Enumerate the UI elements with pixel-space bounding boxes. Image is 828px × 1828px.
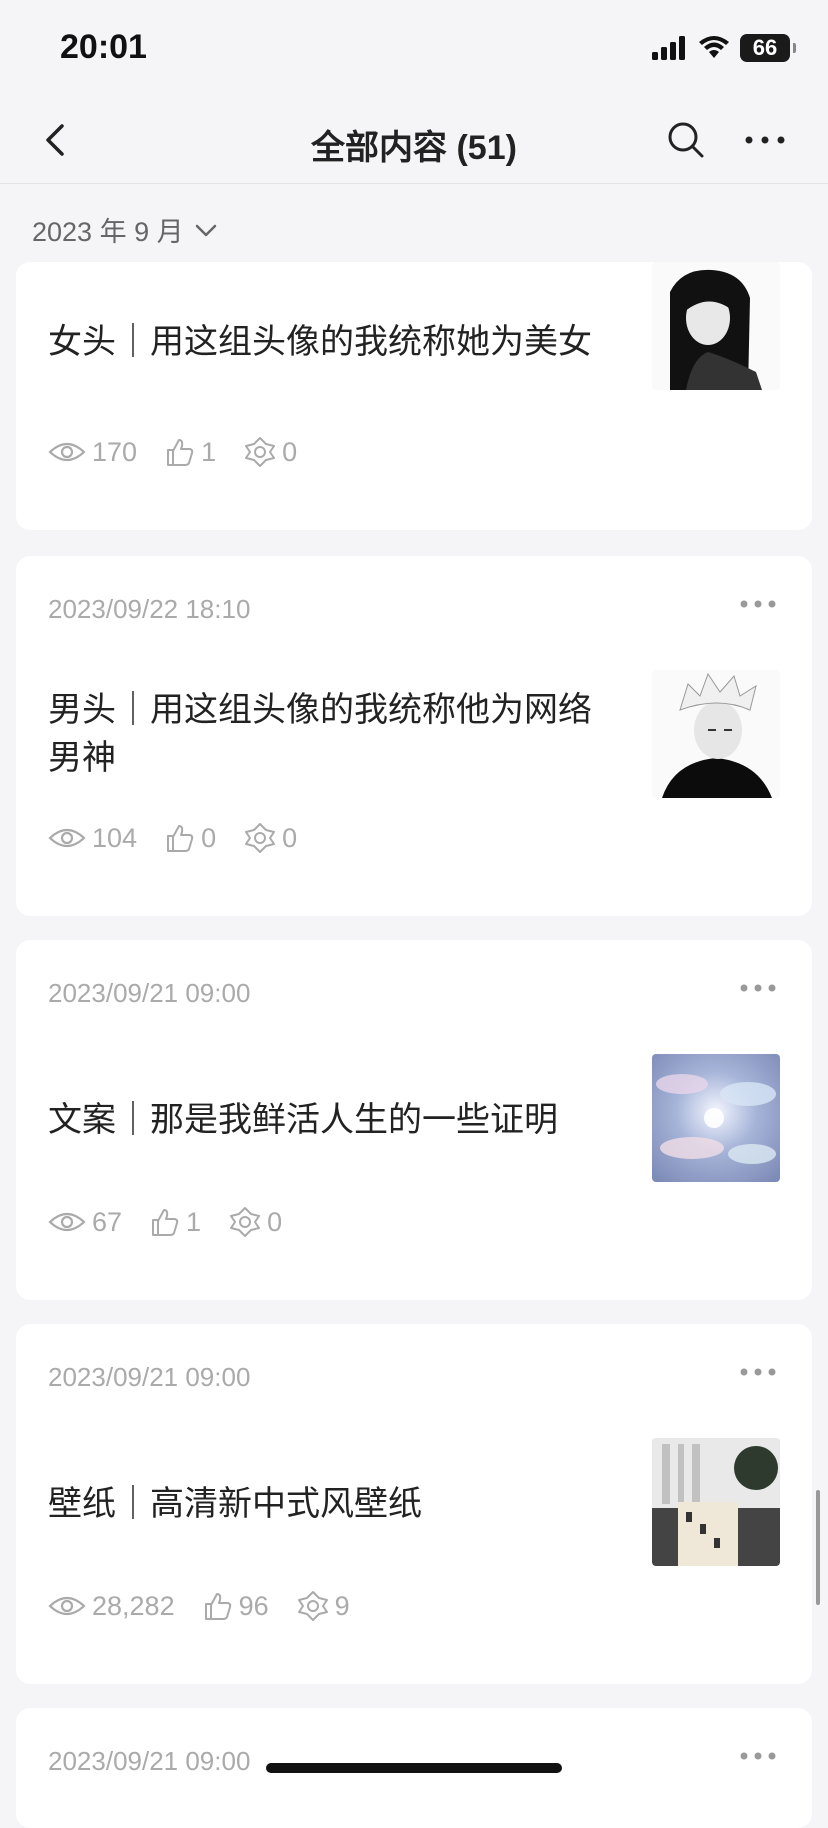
like-count[interactable]: 1 — [165, 437, 216, 468]
eye-icon — [48, 442, 86, 462]
more-icon[interactable] — [738, 1748, 778, 1764]
home-indicator[interactable] — [266, 1763, 562, 1773]
content-card[interactable]: 2023/09/21 09:00 壁纸｜高清新中式风壁纸 28,282 96 9 — [16, 1324, 812, 1684]
wifi-icon — [699, 36, 729, 58]
thumbnail-image[interactable] — [652, 670, 780, 798]
more-icon[interactable] — [740, 118, 790, 162]
content-card[interactable]: 2023/09/21 09:00 文案｜那是我鲜活人生的一些证明 67 1 0 — [16, 940, 812, 1300]
view-count-value: 28,282 — [92, 1590, 175, 1621]
share-count-value: 9 — [334, 1590, 350, 1621]
sky-image-icon — [652, 1054, 780, 1182]
share-icon — [230, 1207, 261, 1237]
card-date: 2023/09/21 09:00 — [48, 978, 251, 1008]
card-title: 女头｜用这组头像的我统称她为美女 — [48, 323, 592, 361]
card-title: 男头｜用这组头像的我统称他为网络男神 — [48, 691, 592, 777]
card-date: 2023/09/21 09:00 — [48, 1746, 251, 1776]
thumbs-up-icon — [167, 439, 194, 466]
card-date: 2023/09/21 09:00 — [48, 1362, 251, 1392]
share-count-value: 0 — [267, 1206, 283, 1237]
nav-bar: 全部内容 (51) — [0, 96, 828, 184]
like-count-value: 1 — [186, 1206, 202, 1237]
scrollbar[interactable] — [816, 1490, 820, 1605]
eye-icon — [48, 1596, 86, 1616]
thumbs-up-icon — [204, 1593, 231, 1620]
filter-bar: 2023 年 9 月 — [0, 184, 828, 272]
share-count-value: 0 — [282, 436, 298, 467]
eye-icon — [48, 828, 86, 848]
status-icons: 66 — [652, 34, 796, 62]
eye-icon — [48, 1212, 86, 1232]
month-filter[interactable]: 2023 年 9 月 — [32, 210, 218, 249]
month-label: 2023 年 9 月 — [32, 217, 184, 247]
card-title: 文案｜那是我鲜活人生的一些证明 — [48, 1101, 558, 1139]
thumbnail-image[interactable] — [652, 1054, 780, 1182]
view-count: 170 — [48, 437, 137, 468]
share-count-value: 0 — [282, 822, 298, 853]
like-count[interactable]: 96 — [203, 1591, 269, 1622]
wallpaper-image-icon — [652, 1438, 780, 1566]
card-title: 壁纸｜高清新中式风壁纸 — [48, 1485, 422, 1523]
share-count[interactable]: 0 — [244, 822, 297, 854]
view-count: 104 — [48, 823, 137, 854]
card-date: 2023/09/22 18:10 — [48, 594, 251, 624]
more-icon[interactable] — [738, 596, 778, 612]
share-count[interactable]: 0 — [229, 1206, 282, 1238]
view-count-value: 104 — [92, 822, 138, 853]
card-stats: 67 1 0 — [48, 1206, 310, 1238]
search-icon[interactable] — [664, 118, 708, 162]
view-count-value: 67 — [92, 1206, 123, 1237]
like-count[interactable]: 1 — [150, 1207, 201, 1238]
content-card[interactable]: 女头｜用这组头像的我统称她为美女 170 1 0 — [16, 262, 812, 530]
card-stats: 28,282 96 9 — [48, 1590, 378, 1622]
share-icon — [245, 823, 276, 853]
card-stats: 104 0 0 — [48, 822, 325, 854]
like-count-value: 96 — [238, 1590, 269, 1621]
status-time: 20:01 — [60, 28, 147, 66]
avatar-illustration-icon — [652, 262, 780, 390]
signal-icon — [652, 36, 685, 60]
content-card[interactable]: 2023/09/22 18:10 男头｜用这组头像的我统称他为网络男神 104 … — [16, 556, 812, 916]
like-count-value: 0 — [201, 822, 217, 853]
share-icon — [297, 1591, 328, 1621]
share-count[interactable]: 0 — [244, 436, 297, 468]
thumbnail-image[interactable] — [652, 1438, 780, 1566]
more-icon[interactable] — [738, 1364, 778, 1380]
like-count[interactable]: 0 — [165, 823, 216, 854]
more-icon[interactable] — [738, 980, 778, 996]
thumbs-up-icon — [152, 1209, 179, 1236]
share-icon — [245, 437, 276, 467]
view-count-value: 170 — [92, 436, 138, 467]
avatar-illustration-icon — [652, 670, 780, 798]
card-stats: 170 1 0 — [48, 436, 325, 468]
view-count: 67 — [48, 1207, 122, 1238]
thumbs-up-icon — [167, 825, 194, 852]
chevron-down-icon — [195, 224, 216, 236]
battery-icon: 66 — [740, 34, 796, 62]
like-count-value: 1 — [201, 436, 217, 467]
share-count[interactable]: 9 — [297, 1590, 350, 1622]
thumbnail-image[interactable] — [652, 262, 780, 390]
status-bar: 20:01 66 — [0, 0, 828, 96]
view-count: 28,282 — [48, 1591, 175, 1622]
